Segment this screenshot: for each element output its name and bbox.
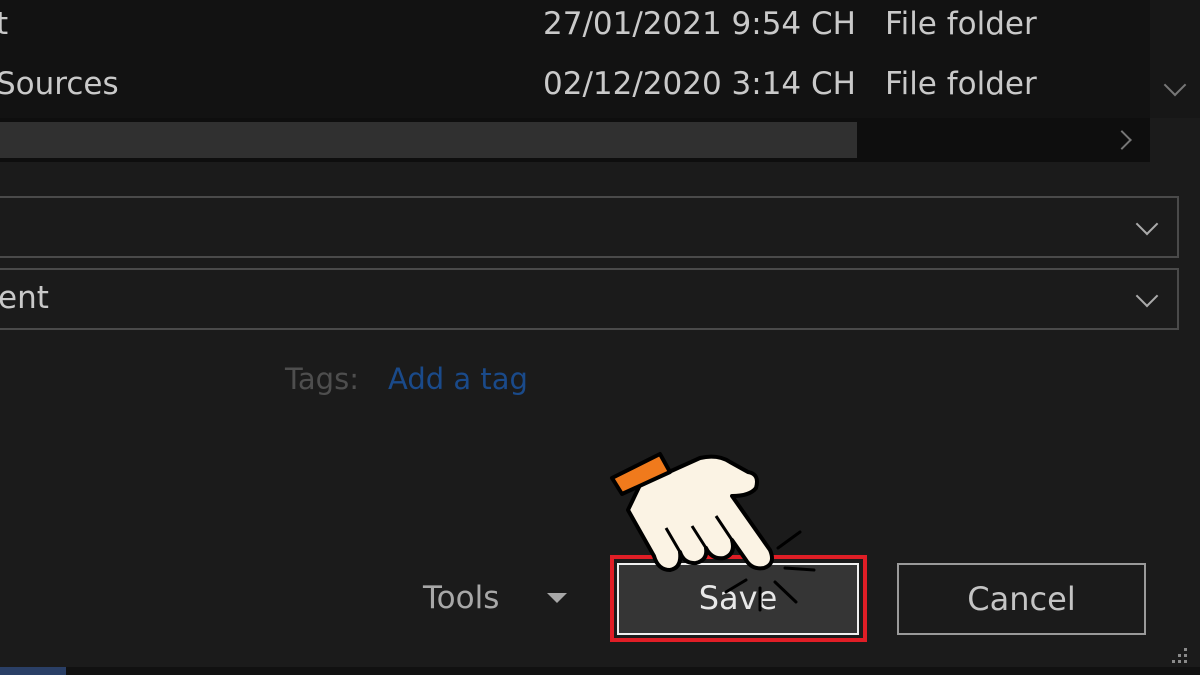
list-item[interactable]: t 27/01/2021 9:54 CH File folder <box>0 0 1150 58</box>
file-type: File folder <box>885 66 1037 102</box>
chevron-down-icon[interactable] <box>1135 212 1159 236</box>
horizontal-scrollbar[interactable] <box>0 118 1150 162</box>
scrollbar-thumb[interactable] <box>0 122 857 158</box>
file-name: Sources <box>0 66 119 102</box>
caret-down-icon[interactable] <box>547 593 567 603</box>
file-type: File folder <box>885 6 1037 42</box>
cancel-button[interactable]: Cancel <box>897 563 1146 635</box>
file-list: t 27/01/2021 9:54 CH File folder Sources… <box>0 0 1150 118</box>
pointing-hand-icon <box>610 452 816 612</box>
chevron-down-icon[interactable] <box>1163 73 1187 97</box>
file-date: 02/12/2020 3:14 CH <box>543 66 856 102</box>
scrollbar-corner <box>1150 118 1200 162</box>
save-as-type-value: ent <box>0 280 49 316</box>
file-date: 27/01/2021 9:54 CH <box>543 6 856 42</box>
tools-menu[interactable]: Tools <box>423 580 499 616</box>
chevron-down-icon[interactable] <box>1135 284 1159 308</box>
tags-label: Tags: <box>285 362 359 396</box>
file-name-field[interactable] <box>0 196 1179 258</box>
file-name: t <box>0 6 9 42</box>
save-as-type-field[interactable]: ent <box>0 268 1179 330</box>
resize-grip-icon[interactable] <box>1162 642 1190 670</box>
vertical-scrollbar[interactable] <box>1150 0 1200 118</box>
taskbar-accent <box>0 667 66 675</box>
taskbar-strip <box>0 667 1200 675</box>
list-item[interactable]: Sources 02/12/2020 3:14 CH File folder <box>0 60 1150 118</box>
add-tag-link[interactable]: Add a tag <box>388 362 528 396</box>
